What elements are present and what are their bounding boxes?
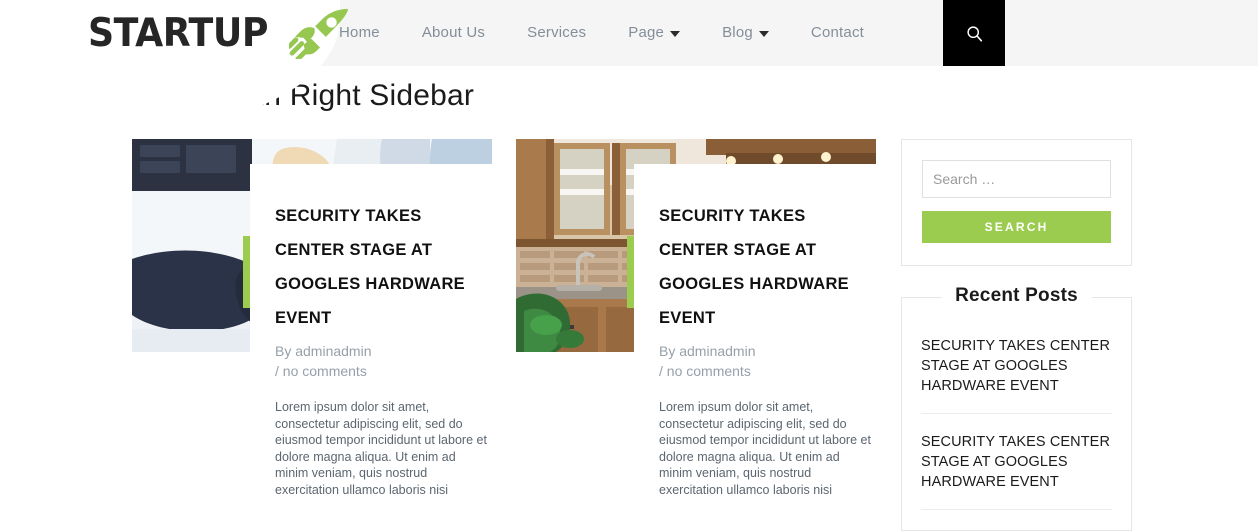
post-meta: By adminadmin / no comments bbox=[275, 341, 492, 381]
blog-post-list: SECURITY TAKES CENTER STAGE AT GOOGLES H… bbox=[132, 139, 877, 499]
nav-item-contact[interactable]: Contact bbox=[790, 0, 885, 66]
blog-post-card: SECURITY TAKES CENTER STAGE AT GOOGLES H… bbox=[516, 139, 876, 499]
chevron-down-icon bbox=[758, 31, 769, 37]
header-search-button[interactable] bbox=[943, 0, 1005, 66]
nav-item-about-us[interactable]: About Us bbox=[401, 0, 506, 66]
main-navigation: Home About Us Services Page Blog Contact bbox=[318, 0, 885, 66]
chevron-down-icon bbox=[670, 31, 681, 37]
search-icon bbox=[966, 25, 982, 42]
post-content: SECURITY TAKES CENTER STAGE AT GOOGLES H… bbox=[250, 164, 492, 498]
post-content: SECURITY TAKES CENTER STAGE AT GOOGLES H… bbox=[634, 164, 876, 498]
blog-post-card: SECURITY TAKES CENTER STAGE AT GOOGLES H… bbox=[132, 139, 492, 499]
nav-label: About Us bbox=[421, 24, 486, 41]
site-header: STARTUP Home About Us Services Page Blog… bbox=[0, 0, 1258, 130]
search-input[interactable] bbox=[922, 160, 1111, 198]
post-title[interactable]: SECURITY TAKES CENTER STAGE AT GOOGLES H… bbox=[275, 199, 492, 335]
nav-item-blog[interactable]: Blog bbox=[701, 0, 790, 66]
site-logo[interactable]: STARTUP bbox=[88, 0, 351, 66]
recent-post-item[interactable]: SECURITY TAKES CENTER STAGE AT GOOGLES H… bbox=[921, 414, 1112, 510]
post-accent-bar bbox=[627, 236, 634, 308]
nav-label: Services bbox=[527, 24, 587, 41]
post-excerpt: Lorem ipsum dolor sit amet, consectetur … bbox=[275, 400, 487, 497]
nav-label: Page bbox=[628, 24, 665, 41]
rocket-icon bbox=[289, 8, 349, 59]
post-comments: / no comments bbox=[275, 363, 367, 379]
recent-posts-widget: Recent Posts SECURITY TAKES CENTER STAGE… bbox=[901, 285, 1132, 531]
post-author: By adminadmin bbox=[275, 343, 372, 359]
nav-label: Contact bbox=[810, 24, 865, 41]
post-accent-bar bbox=[243, 236, 250, 308]
sidebar: SEARCH Recent Posts SECURITY TAKES CENTE… bbox=[901, 139, 1132, 531]
search-widget: SEARCH bbox=[901, 139, 1132, 266]
search-button[interactable]: SEARCH bbox=[922, 211, 1111, 243]
recent-posts-list: SECURITY TAKES CENTER STAGE AT GOOGLES H… bbox=[921, 298, 1112, 510]
post-excerpt: Lorem ipsum dolor sit amet, consectetur … bbox=[659, 400, 871, 497]
post-title[interactable]: SECURITY TAKES CENTER STAGE AT GOOGLES H… bbox=[659, 199, 876, 335]
nav-item-services[interactable]: Services bbox=[506, 0, 607, 66]
post-meta: By adminadmin / no comments bbox=[659, 341, 876, 381]
recent-post-item[interactable]: SECURITY TAKES CENTER STAGE AT GOOGLES H… bbox=[921, 336, 1112, 414]
logo-text: STARTUP bbox=[88, 10, 268, 56]
nav-label: Blog bbox=[722, 24, 753, 41]
recent-posts-title: Recent Posts bbox=[941, 285, 1092, 307]
post-author: By adminadmin bbox=[659, 343, 756, 359]
post-comments: / no comments bbox=[659, 363, 751, 379]
nav-item-page[interactable]: Page bbox=[607, 0, 701, 66]
